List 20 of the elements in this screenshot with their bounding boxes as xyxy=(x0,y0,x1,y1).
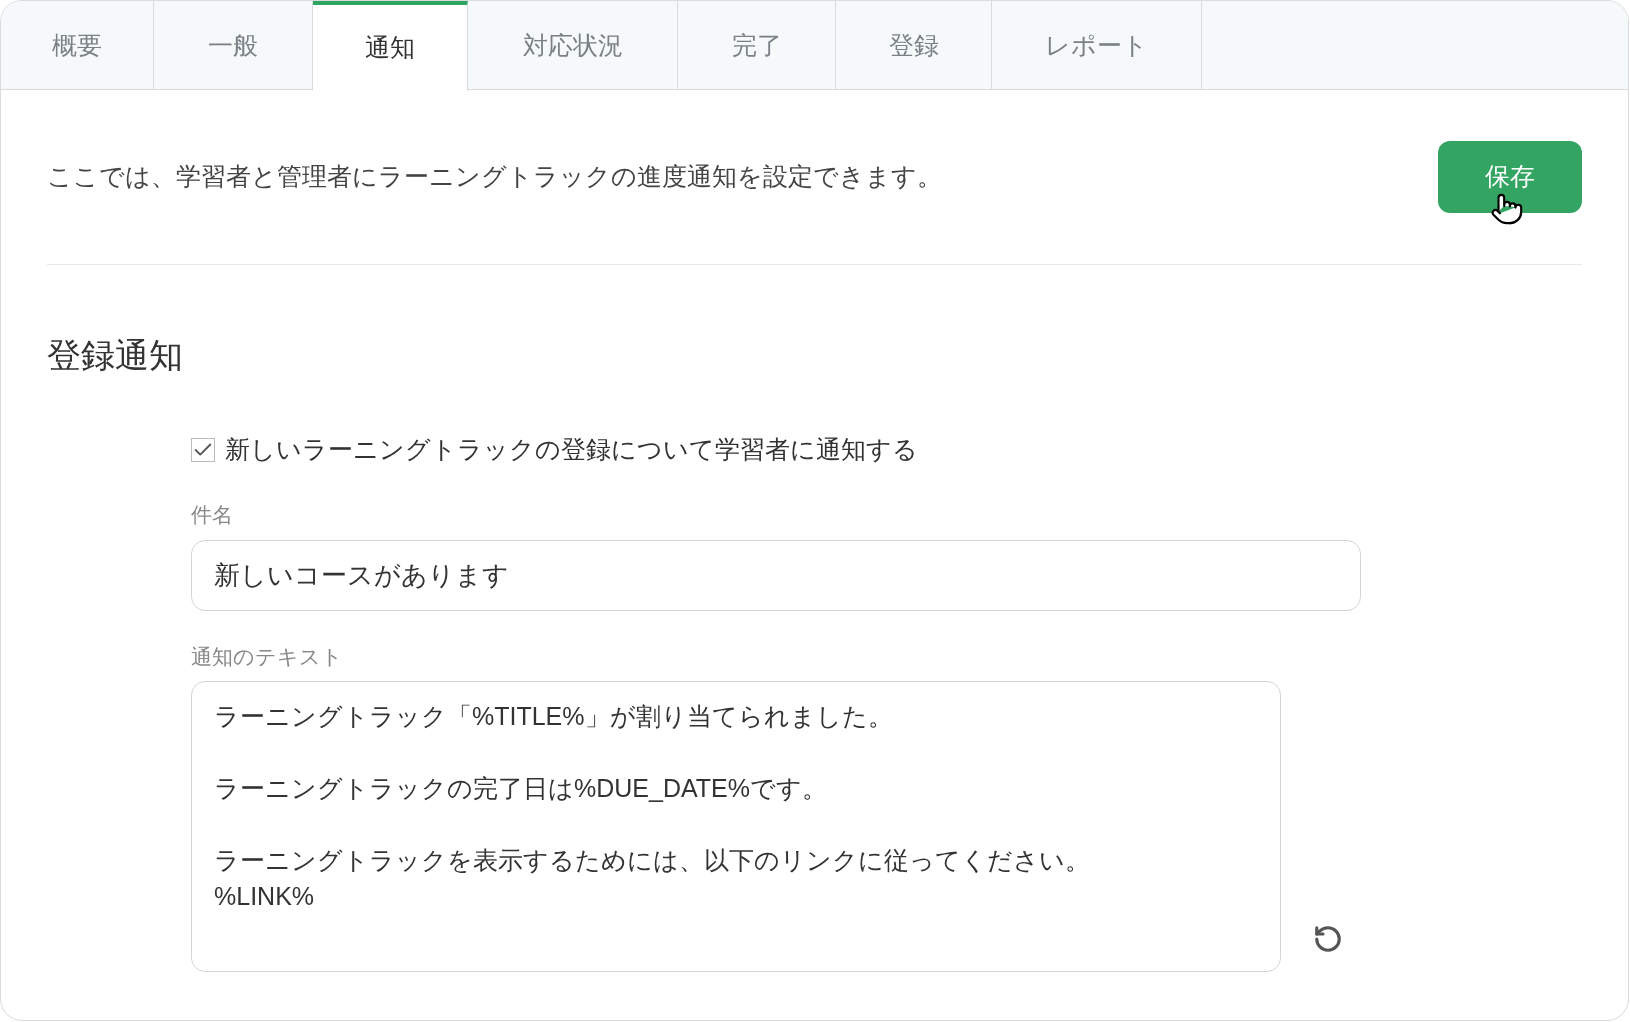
section-heading: 登録通知 xyxy=(47,335,184,376)
message-line: %LINK% xyxy=(214,880,315,912)
message-line: ラーニングトラック「%TITLE%」が割り当てられました。 xyxy=(214,700,893,732)
description-text: ここでは、学習者と管理者にラーニングトラックの進度通知を設定できます。 xyxy=(47,161,942,193)
subject-label: 件名 xyxy=(191,501,233,528)
message-line: ラーニングトラックを表示するためには、以下のリンクに従ってください。 xyxy=(214,844,1090,876)
tab[interactable]: レポート xyxy=(992,1,1202,90)
tab[interactable]: 完了 xyxy=(678,1,836,90)
tab[interactable]: 通知 xyxy=(313,1,468,91)
message-label: 通知のテキスト xyxy=(191,644,343,670)
checkbox[interactable] xyxy=(191,437,215,462)
tab[interactable]: 対応状況 xyxy=(468,1,678,90)
subject-input-field[interactable]: 新しいコースがあります xyxy=(191,540,1361,611)
tab[interactable]: 登録 xyxy=(836,1,992,90)
message-line: ラーニングトラックの完了日は%DUE_DATE%です。 xyxy=(214,772,827,804)
tab[interactable]: 概要 xyxy=(1,1,154,90)
reset-icon[interactable] xyxy=(1313,923,1343,954)
save-button[interactable]: 保存 xyxy=(1438,141,1582,213)
message-text-area[interactable]: ラーニングトラック「%TITLE%」が割り当てられました。 ラーニングトラックの完了日は%DUE_DATE%です。 ラーニングトラックを表示するためには、以下のリンクに従ってください。 %LINK% xyxy=(191,680,1281,972)
checkbox-label: 新しいラーニングトラックの登録について学習者に通知する xyxy=(225,434,918,465)
